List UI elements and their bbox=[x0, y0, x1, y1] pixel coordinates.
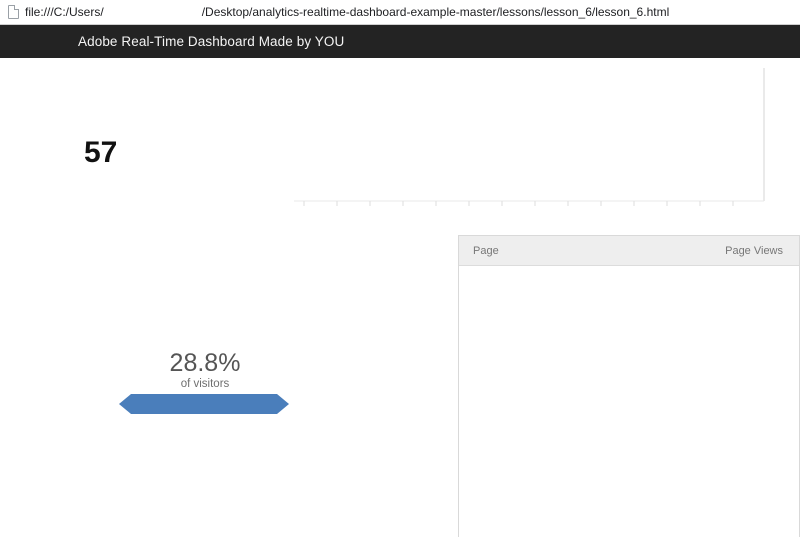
top-pages-table[interactable]: Page Page Views bbox=[458, 235, 800, 537]
realtime-overview-panel: 57 bbox=[0, 58, 800, 235]
visitors-sparkline-chart[interactable]: 10 5 0 bbox=[290, 58, 800, 235]
url-scheme-text: file:///C:/Users/ bbox=[25, 4, 104, 19]
x-axis-ticks bbox=[303, 201, 734, 206]
donut-progress-arrow bbox=[119, 394, 289, 414]
app-header-bar: Adobe Real-Time Dashboard Made by YOU bbox=[0, 25, 800, 58]
donut-svg bbox=[85, 263, 325, 503]
active-visitors-count: 57 bbox=[84, 136, 118, 169]
column-header-page[interactable]: Page bbox=[459, 236, 629, 266]
browser-url-bar[interactable]: file:///C:/Users/ /Desktop/analytics-rea… bbox=[0, 0, 800, 25]
column-header-page-views[interactable]: Page Views bbox=[629, 236, 799, 266]
table-header-row: Page Page Views bbox=[459, 236, 799, 266]
sparkline-svg bbox=[294, 68, 765, 206]
dashboard-lower-region: 28.8% of visitors Page Page Views bbox=[0, 235, 800, 537]
document-icon bbox=[8, 5, 19, 19]
url-path-text: /Desktop/analytics-realtime-dashboard-ex… bbox=[201, 4, 670, 19]
arrow-shape bbox=[119, 394, 289, 414]
pages-table-head: Page Page Views bbox=[459, 236, 799, 266]
pages-table: Page Page Views bbox=[459, 236, 799, 266]
page-title: Adobe Real-Time Dashboard Made by YOU bbox=[78, 34, 345, 49]
visitors-donut-chart[interactable]: 28.8% of visitors bbox=[85, 263, 325, 503]
